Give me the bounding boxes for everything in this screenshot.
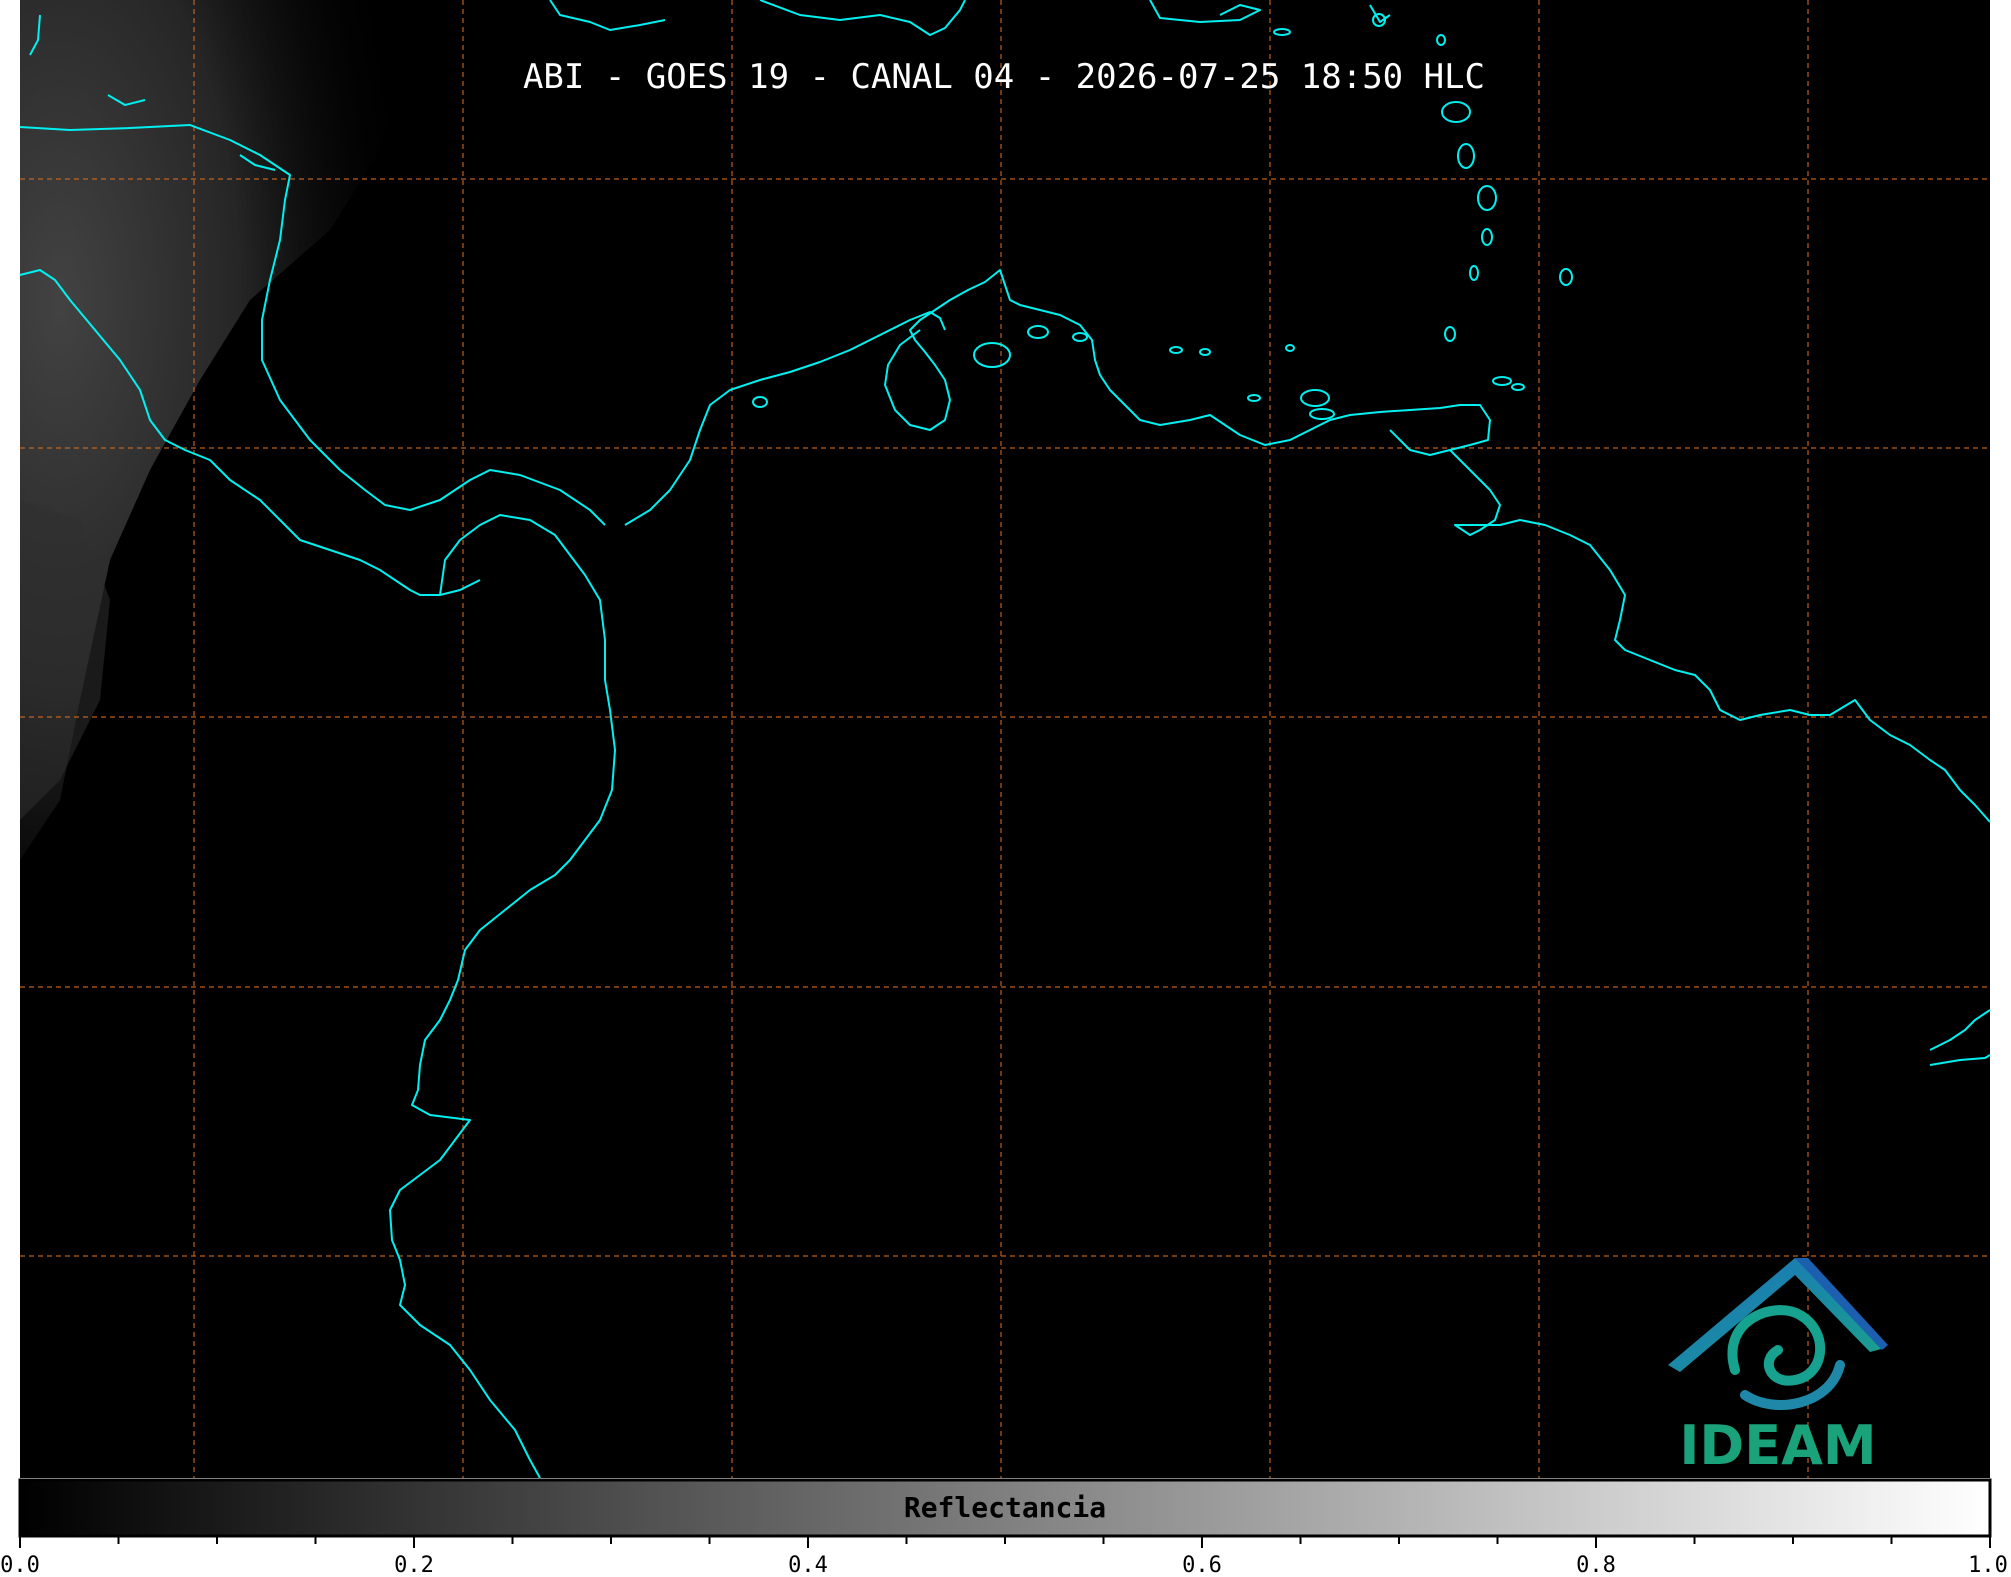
colorbar-tick-1: 0.2: [394, 1553, 434, 1577]
logo-text: IDEAM: [1679, 1414, 1876, 1477]
colorbar: Reflectancia 0.0 0.2 0.4 0.6 0.8 1.0: [0, 1478, 2008, 1577]
colorbar-tick-2: 0.4: [788, 1553, 828, 1577]
colorbar-tick-4: 0.8: [1576, 1553, 1616, 1577]
colorbar-tick-3: 0.6: [1182, 1553, 1222, 1577]
colorbar-label: Reflectancia: [904, 1491, 1106, 1524]
colorbar-tick-5: 1.0: [1968, 1553, 2008, 1577]
colorbar-ticks: [19, 1536, 1991, 1548]
satellite-map: ABI - GOES 19 - CANAL 04 - 2026-07-25 18…: [0, 0, 2008, 1577]
colorbar-tick-0: 0.0: [0, 1553, 40, 1577]
map-title: ABI - GOES 19 - CANAL 04 - 2026-07-25 18…: [523, 57, 1485, 97]
